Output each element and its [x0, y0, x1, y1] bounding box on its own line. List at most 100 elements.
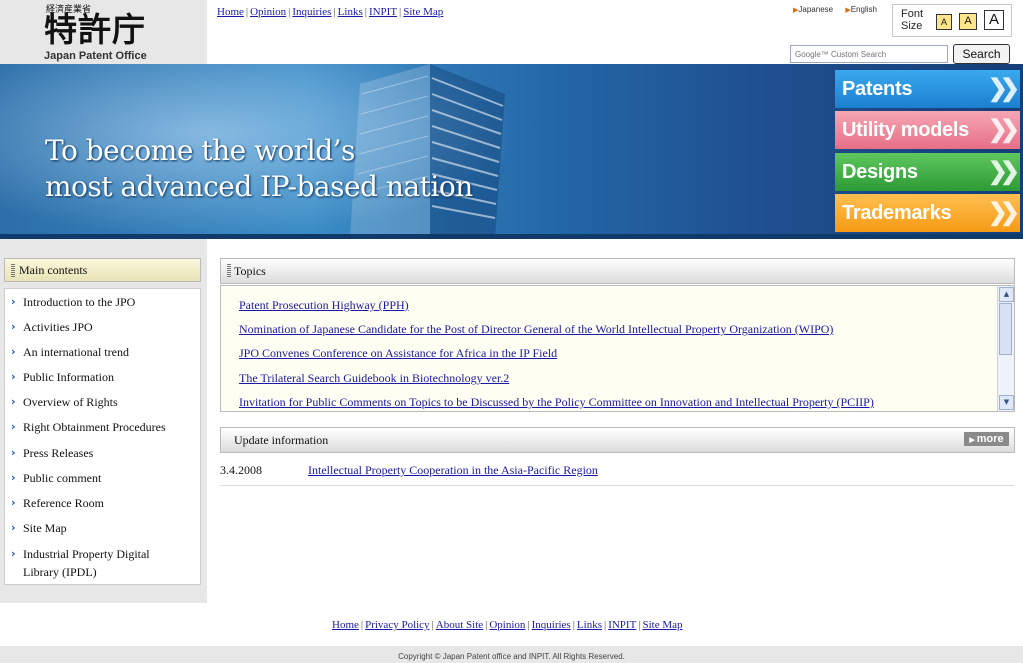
chevron-right-icon: ›: [11, 547, 16, 560]
sidebar-item-site-map[interactable]: › Site Map: [11, 519, 67, 537]
double-chevron-right-icon: ❯❯: [987, 75, 1020, 102]
sidebar-item-ipdl[interactable]: › Industrial Property Digital Library (IPD…: [11, 545, 150, 581]
double-chevron-right-icon: ❯❯: [987, 199, 1020, 226]
nav-separator: |: [485, 619, 488, 631]
sidebar-item-label: An international trend: [23, 345, 129, 359]
font-size-large-button[interactable]: A: [984, 10, 1004, 30]
topic-link[interactable]: Nomination of Japanese Candidate for the…: [239, 321, 833, 337]
logo[interactable]: 経済産業省 特許庁 Japan Patent Office: [0, 0, 207, 64]
topics-list: Patent Prosecution Highway (PPH) Nominat…: [220, 285, 1015, 412]
footer-home-link[interactable]: Home: [332, 619, 359, 631]
sidebar-item-label: Library (IPDL): [23, 565, 97, 579]
nav-separator: |: [603, 619, 607, 631]
sidebar-item-press-releases[interactable]: › Press Releases: [11, 444, 94, 462]
nav-inpit-link[interactable]: INPIT: [369, 6, 397, 18]
chevron-right-icon: ›: [11, 295, 16, 308]
scroll-up-icon[interactable]: ▲: [999, 287, 1014, 302]
chevron-right-icon: ›: [11, 471, 16, 484]
nav-home-link[interactable]: Home: [217, 6, 244, 18]
sidebar-title: Main contents: [4, 258, 201, 282]
topic-link[interactable]: Patent Prosecution Highway (PPH): [239, 297, 409, 313]
footer-about-link[interactable]: About Site: [436, 619, 483, 631]
topics-header: Topics: [220, 258, 1015, 284]
category-trademarks-button[interactable]: Trademarks ❯❯: [835, 194, 1020, 232]
sidebar-item-international-trend[interactable]: › An international trend: [11, 343, 129, 361]
language-english-label: English: [850, 5, 877, 14]
sidebar-menu: › Introduction to the JPO › Activities JPO…: [4, 288, 201, 585]
category-designs-label: Designs: [842, 161, 918, 183]
search-input[interactable]: [790, 45, 948, 63]
topic-link[interactable]: Invitation for Public Comments on Topics…: [239, 394, 874, 410]
language-japanese-link[interactable]: ▶Japanese: [793, 5, 833, 14]
sidebar-item-label: Introduction to the JPO: [23, 295, 136, 309]
chevron-right-icon: ›: [11, 496, 16, 509]
font-size-label-line2: Size: [901, 20, 923, 32]
font-size-small-button[interactable]: A: [936, 14, 952, 30]
more-button[interactable]: ▶ more: [964, 432, 1009, 446]
search-button[interactable]: Search: [953, 44, 1010, 64]
nav-separator: |: [399, 6, 402, 18]
footer-inpit-link[interactable]: INPIT: [608, 619, 636, 631]
category-utility-models-button[interactable]: Utility models ❯❯: [835, 111, 1020, 149]
sidebar-item-right-obtainment[interactable]: › Right Obtainment Procedures: [11, 418, 166, 436]
more-label: more: [976, 433, 1004, 445]
banner-headline-line2: most advanced IP-based nation: [45, 170, 473, 203]
double-chevron-right-icon: ❯❯: [987, 158, 1020, 185]
sidebar-item-label: Reference Room: [23, 496, 104, 510]
language-switcher: ▶Japanese ▶English: [793, 5, 887, 14]
category-designs-button[interactable]: Designs ❯❯: [835, 153, 1020, 191]
topic-link[interactable]: The Trilateral Search Guidebook in Biote…: [239, 370, 509, 386]
language-english-link[interactable]: ▶English: [845, 5, 877, 14]
footer-opinion-link[interactable]: Opinion: [489, 619, 525, 631]
language-japanese-label: Japanese: [798, 5, 834, 14]
double-chevron-right-icon: ❯❯: [987, 116, 1020, 143]
nav-separator: |: [245, 6, 249, 18]
grip-icon: [227, 264, 231, 277]
sidebar-item-label: Activities JPO: [23, 320, 93, 334]
nav-opinion-link[interactable]: Opinion: [250, 6, 286, 18]
logo-kanji: 特許庁: [44, 10, 146, 49]
update-header: Update information: [220, 427, 1015, 453]
nav-links-link[interactable]: Links: [338, 6, 363, 18]
footer-links-link[interactable]: Links: [577, 619, 602, 631]
update-date: 3.4.2008: [220, 463, 262, 477]
category-patents-label: Patents: [842, 78, 913, 100]
footer-inquiries-link[interactable]: Inquiries: [532, 619, 571, 631]
sidebar-item-reference-room[interactable]: › Reference Room: [11, 494, 104, 512]
footer-privacy-link[interactable]: Privacy Policy: [365, 619, 429, 631]
category-trademarks-label: Trademarks: [842, 202, 952, 224]
nav-sitemap-link[interactable]: Site Map: [403, 6, 443, 18]
topics-scrollbar[interactable]: ▲ ▼: [997, 286, 1014, 411]
category-patents-button[interactable]: Patents ❯❯: [835, 70, 1020, 108]
scroll-down-icon[interactable]: ▼: [999, 395, 1014, 410]
grip-icon: [11, 264, 15, 277]
nav-separator: |: [431, 619, 434, 631]
update-link[interactable]: Intellectual Property Cooperation in the…: [308, 463, 598, 478]
nav-inquiries-link[interactable]: Inquiries: [292, 6, 331, 18]
font-size-medium-button[interactable]: A: [959, 13, 977, 30]
chevron-right-icon: ›: [11, 395, 16, 408]
sidebar-item-public-information[interactable]: › Public Information: [11, 368, 114, 386]
topic-link[interactable]: JPO Convenes Conference on Assistance fo…: [239, 345, 557, 361]
sidebar-item-label: Press Releases: [23, 446, 94, 460]
sidebar-item-label: Right Obtainment Procedures: [23, 420, 166, 434]
chevron-right-icon: ›: [11, 320, 16, 333]
sidebar-item-public-comment[interactable]: › Public comment: [11, 469, 101, 487]
banner-headline-line1: To become the world’s: [45, 134, 355, 167]
nav-separator: |: [638, 619, 641, 631]
play-icon: ▶: [969, 437, 975, 444]
sidebar-item-label: Public Information: [23, 370, 114, 384]
chevron-right-icon: ›: [11, 420, 16, 433]
category-utility-models-label: Utility models: [842, 119, 969, 141]
chevron-right-icon: ›: [11, 345, 16, 358]
scrollbar-thumb[interactable]: [999, 303, 1012, 355]
font-size-label-line1: Font: [901, 8, 924, 20]
sidebar-title-label: Main contents: [19, 263, 88, 277]
sidebar-item-introduction[interactable]: › Introduction to the JPO: [11, 293, 136, 311]
nav-separator: |: [572, 619, 575, 631]
update-title: Update information: [234, 433, 329, 447]
sidebar-item-activities[interactable]: › Activities JPO: [11, 318, 93, 336]
footer-sitemap-link[interactable]: Site Map: [643, 619, 683, 631]
nav-separator: |: [360, 619, 364, 631]
sidebar-item-overview-of-rights[interactable]: › Overview of Rights: [11, 393, 118, 411]
